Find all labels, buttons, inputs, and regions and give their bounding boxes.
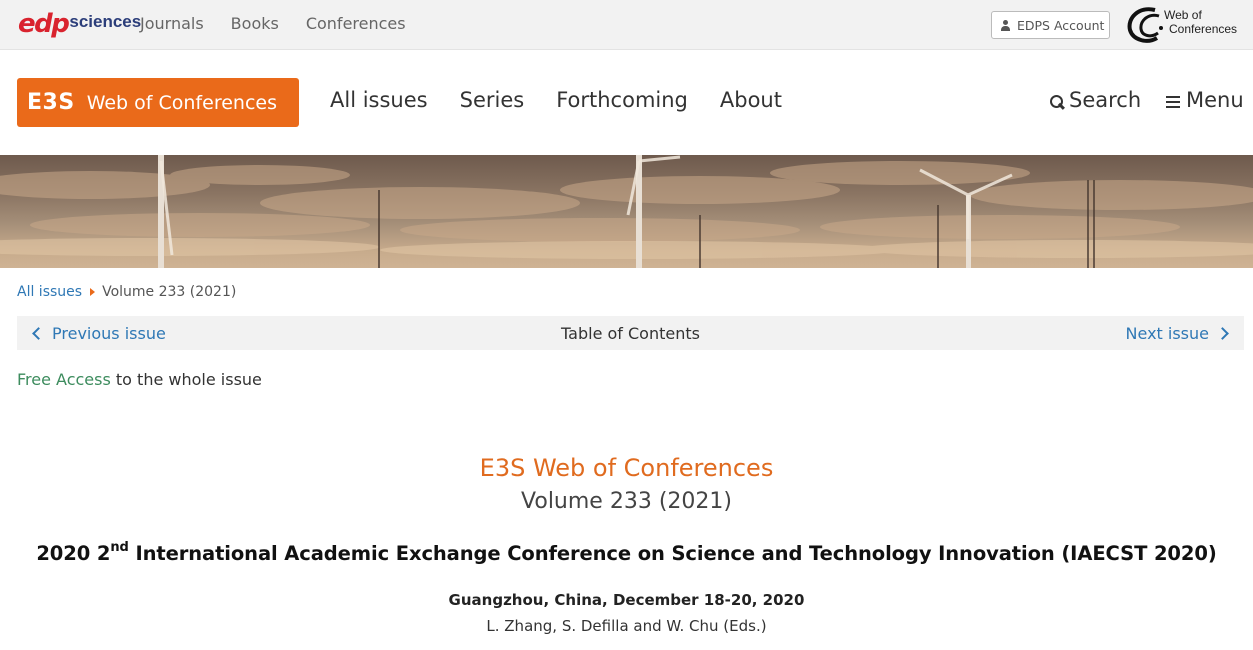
conf-title-post: International Academic Exchange Conferen… [128,542,1217,565]
wc-logo-text: Web of Conferences [1163,8,1237,36]
breadcrumb: All issues Volume 233 (2021) [17,284,236,300]
search-label: Search [1069,88,1142,112]
next-issue-link[interactable]: Next issue [1125,324,1229,343]
free-access-notice: Free Access to the whole issue [17,370,262,389]
wc-logo-line1: Web of [1164,8,1202,22]
e3s-brand-logo[interactable]: E3S Web of Conferences [17,78,299,127]
brand-short: E3S [27,90,75,115]
free-access-rest: to the whole issue [110,370,262,389]
search-icon [1050,95,1064,109]
caret-right-icon [90,288,96,296]
nav-all-issues[interactable]: All issues [330,88,428,112]
wind-turbines-illustration [0,155,1253,268]
logo-edp-text: edp [18,9,70,39]
next-issue-label: Next issue [1125,324,1209,343]
menu-button[interactable]: Menu [1166,88,1244,112]
hamburger-icon [1166,96,1180,108]
journal-title: E3S Web of Conferences [479,454,774,482]
conference-title: 2020 2nd International Academic Exchange… [0,540,1253,565]
edps-account-button[interactable]: EDPS Account [991,11,1110,39]
wc-logo-line2: Conferences [1169,22,1238,36]
brand-long: Web of Conferences [86,91,277,114]
conference-editors: L. Zhang, S. Defilla and W. Chu (Eds.) [486,617,767,635]
menu-label: Menu [1186,88,1244,112]
account-label: EDPS Account [1017,17,1105,33]
nav-forthcoming[interactable]: Forthcoming [556,88,688,112]
issue-navigation: Previous issue Table of Contents Next is… [17,316,1244,350]
breadcrumb-current: Volume 233 (2021) [102,284,237,300]
user-icon [1001,19,1010,31]
top-link-books[interactable]: Books [231,14,279,33]
conf-title-pre: 2020 2 [36,542,111,565]
table-of-contents-label: Table of Contents [561,324,700,343]
search-button[interactable]: Search [1050,88,1141,112]
banner-image [0,155,1253,268]
main-nav: All issues Series Forthcoming About [330,88,814,112]
site-header: E3S Web of Conferences All issues Series… [0,50,1253,155]
nav-about[interactable]: About [720,88,782,112]
web-of-conferences-logo[interactable]: Web of Conferences [1125,4,1247,46]
top-link-conferences[interactable]: Conferences [306,14,406,33]
nav-series[interactable]: Series [460,88,525,112]
top-bar: edp sciences Journals Books Conferences … [0,0,1253,50]
logo-sciences-text: sciences [69,12,142,31]
top-link-journals[interactable]: Journals [140,14,204,33]
conf-title-sup: nd [110,540,129,555]
edp-sciences-logo[interactable]: edp sciences [18,6,141,42]
conference-location: Guangzhou, China, December 18-20, 2020 [448,591,805,609]
breadcrumb-all-issues[interactable]: All issues [17,284,82,300]
chevron-right-icon [1216,327,1229,340]
free-access-link[interactable]: Free Access [17,370,111,389]
top-links: Journals Books Conferences [140,14,406,33]
volume-title: Volume 233 (2021) [521,489,732,514]
